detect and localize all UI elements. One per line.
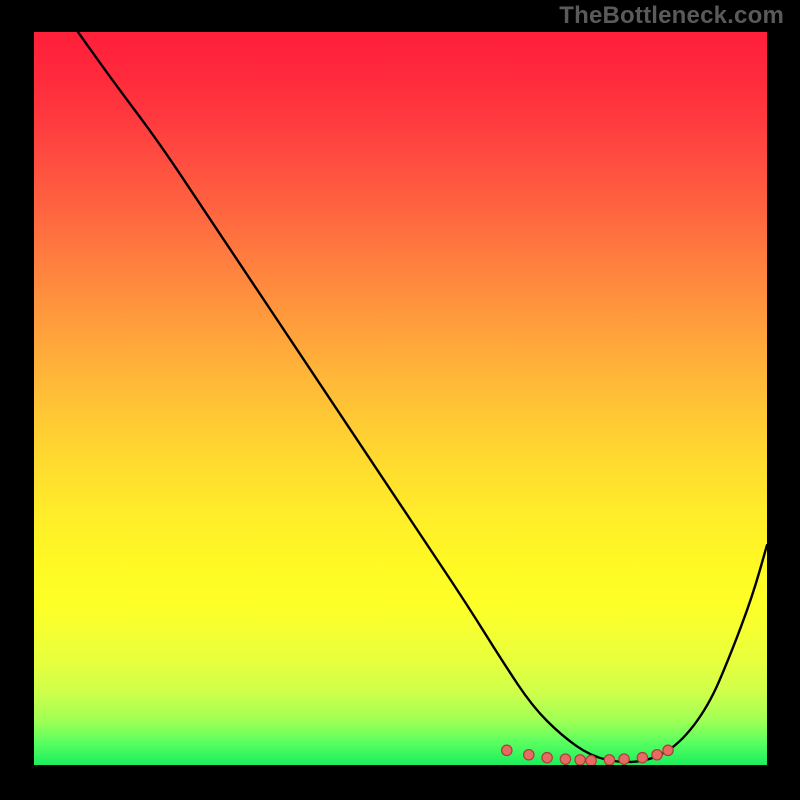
chart-frame: TheBottleneck.com xyxy=(0,0,800,800)
optimum-dot xyxy=(619,754,629,764)
curve-layer xyxy=(34,32,767,765)
optimum-dot xyxy=(652,750,662,760)
bottleneck-curve xyxy=(78,32,767,762)
optimum-dot xyxy=(560,754,570,764)
optimum-dot xyxy=(524,750,534,760)
optimum-dot xyxy=(663,745,673,755)
optimum-dots xyxy=(502,745,674,765)
optimum-dot xyxy=(586,755,596,765)
watermark-text: TheBottleneck.com xyxy=(559,0,784,32)
optimum-dot xyxy=(575,755,585,765)
optimum-dot xyxy=(542,752,552,762)
optimum-dot xyxy=(604,755,614,765)
plot-area xyxy=(34,32,767,765)
optimum-dot xyxy=(502,745,512,755)
optimum-dot xyxy=(637,752,647,762)
